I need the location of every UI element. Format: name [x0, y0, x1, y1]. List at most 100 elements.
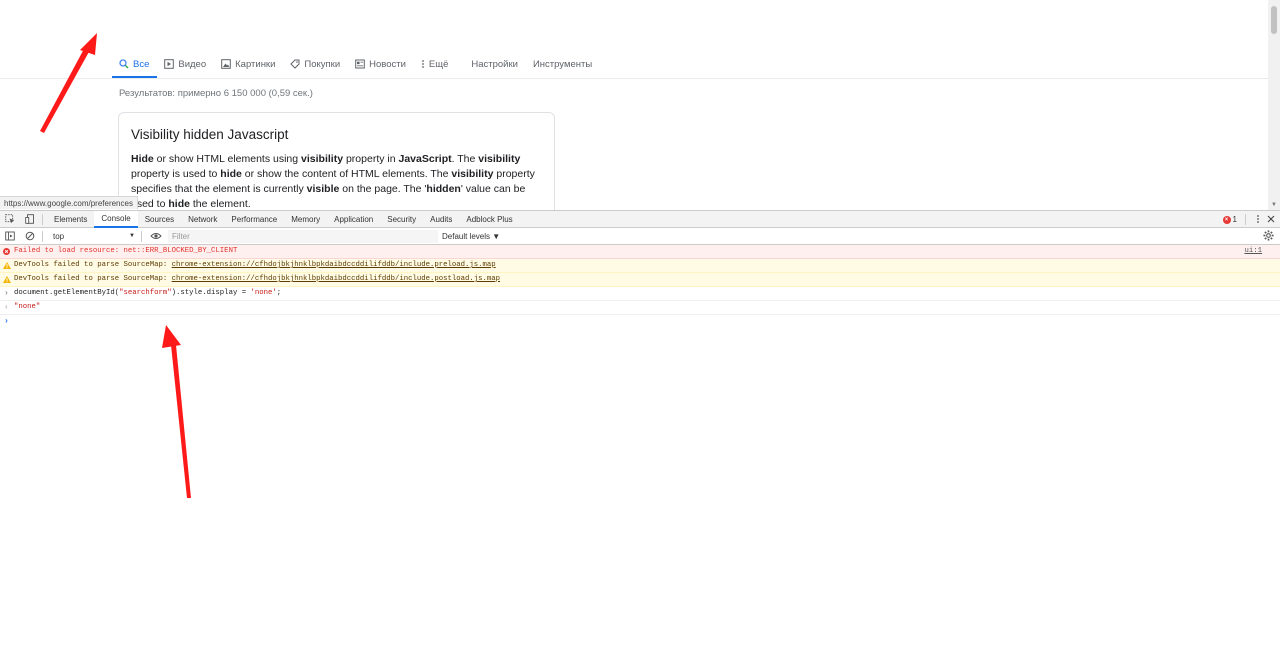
search-icon	[119, 59, 129, 69]
devtools-tab-audits[interactable]: Audits	[423, 211, 459, 228]
separator	[42, 213, 43, 225]
tab-tools[interactable]: Инструменты	[526, 50, 600, 78]
devtools-right-controls: × 1	[1222, 211, 1276, 228]
tab-video[interactable]: Видео	[157, 50, 214, 78]
search-results-viewport: Все Видео Картинки Покупки Новости Ещё Н…	[0, 0, 1280, 210]
snippet-keyword: visibility	[301, 153, 344, 165]
console-prompt[interactable]: ›	[0, 315, 1280, 328]
snippet-title[interactable]: Visibility hidden Javascript	[131, 127, 542, 142]
tab-label: Настройки	[471, 58, 518, 70]
clear-console-icon[interactable]	[20, 228, 40, 245]
page-scrollbar[interactable]: ▼	[1268, 0, 1280, 210]
more-vert-icon	[421, 59, 425, 69]
devtools-tab-memory[interactable]: Memory	[284, 211, 327, 228]
status-bar-url: https://www.google.com/preferences	[0, 196, 138, 209]
prompt-chevron-icon: ›	[4, 317, 9, 326]
output-arrow-icon: ‹	[4, 303, 9, 312]
log-levels-dropdown[interactable]: Default levels ▼	[442, 232, 500, 241]
input-chevron-icon: ›	[4, 289, 9, 298]
sourcemap-link[interactable]: chrome-extension://cfhdojbkjhnklbpkdaibd…	[172, 261, 496, 269]
search-tabs: Все Видео Картинки Покупки Новости Ещё Н…	[112, 50, 600, 78]
image-icon	[221, 59, 231, 69]
snippet-text: or show HTML elements using	[153, 153, 302, 165]
error-count: 1	[1232, 215, 1237, 224]
browser-page: Все Видео Картинки Покупки Новости Ещё Н…	[0, 0, 1280, 649]
context-value: top	[53, 231, 65, 241]
scroll-down-icon[interactable]: ▼	[1271, 202, 1277, 208]
error-text: Failed to load resource: net::ERR_BLOCKE…	[14, 247, 238, 255]
newspaper-icon	[355, 59, 365, 69]
snippet-keyword: Hide	[131, 153, 154, 165]
tab-label: Картинки	[235, 58, 276, 70]
snippet-text: . The	[451, 153, 479, 165]
more-options-icon[interactable]	[1256, 214, 1260, 226]
warning-icon	[3, 262, 11, 272]
tag-icon	[290, 59, 300, 69]
devtools-tab-application[interactable]: Application	[327, 211, 380, 228]
snippet-keyword: visibility	[451, 168, 494, 180]
tab-news[interactable]: Новости	[348, 50, 414, 78]
snippet-text: property is used to	[131, 168, 221, 180]
command-part: document.getElementById(	[14, 289, 120, 297]
snippet-text: the element.	[189, 198, 251, 210]
separator	[1245, 214, 1246, 225]
gear-icon[interactable]	[1263, 230, 1274, 243]
command-value: 'none'	[250, 289, 277, 297]
devtools-tab-sources[interactable]: Sources	[138, 211, 181, 228]
console-sidebar-icon[interactable]	[0, 228, 20, 245]
featured-snippet: Visibility hidden Javascript Hide or sho…	[118, 112, 555, 210]
tab-label: Все	[133, 58, 150, 70]
tab-label: Ещё	[428, 58, 449, 70]
sourcemap-link[interactable]: chrome-extension://cfhdojbkjhnklbpkdaibd…	[172, 275, 500, 283]
tab-all[interactable]: Все	[112, 50, 158, 78]
devtools-panel: Elements Console Sources Network Performance…	[0, 210, 1280, 649]
error-icon	[3, 248, 10, 258]
scrollbar-thumb[interactable]	[1271, 6, 1277, 34]
warning-text: DevTools failed to parse SourceMap:	[14, 275, 172, 283]
tab-images[interactable]: Картинки	[214, 50, 283, 78]
console-warning-row: DevTools failed to parse SourceMap: chro…	[0, 273, 1280, 287]
result-value: "none"	[14, 303, 41, 311]
context-selector[interactable]: top ▼	[49, 230, 139, 243]
devtools-tab-network[interactable]: Network	[181, 211, 224, 228]
snippet-body: Hide or show HTML elements using visibil…	[131, 152, 547, 210]
command-part: ).style.display =	[171, 289, 251, 297]
console-error-row: Failed to load resource: net::ERR_BLOCKE…	[0, 245, 1280, 259]
console-messages: Failed to load resource: net::ERR_BLOCKE…	[0, 245, 1280, 328]
tabs-divider	[0, 78, 1268, 79]
error-source-link[interactable]: ui:1	[1244, 245, 1262, 258]
devtools-tab-adblock-plus[interactable]: Adblock Plus	[459, 211, 519, 228]
warning-icon	[3, 276, 11, 286]
console-filter-input[interactable]	[168, 229, 438, 243]
console-result-row: ‹ "none"	[0, 301, 1280, 315]
live-expression-eye-icon[interactable]	[146, 228, 166, 245]
snippet-text: on the page. The '	[339, 183, 427, 195]
console-warning-row: DevTools failed to parse SourceMap: chro…	[0, 259, 1280, 273]
snippet-keyword: hide	[168, 198, 190, 210]
devtools-tabbar: Elements Console Sources Network Performance…	[0, 210, 1280, 228]
devtools-tab-elements[interactable]: Elements	[47, 211, 94, 228]
tab-shopping[interactable]: Покупки	[283, 50, 348, 78]
tab-more[interactable]: Ещё	[414, 50, 456, 78]
video-icon	[164, 59, 175, 69]
snippet-text: or show the content of HTML elements. Th…	[241, 168, 452, 180]
devtools-tab-console[interactable]: Console	[94, 210, 138, 228]
inspect-element-icon[interactable]	[0, 211, 20, 228]
error-count-badge[interactable]: × 1	[1222, 215, 1237, 224]
devtools-tab-performance[interactable]: Performance	[224, 211, 284, 228]
close-icon[interactable]	[1266, 214, 1276, 226]
dropdown-arrow-icon: ▼	[129, 233, 135, 239]
devtools-tabs: Elements Console Sources Network Performance…	[47, 210, 520, 228]
warning-text: DevTools failed to parse SourceMap:	[14, 261, 172, 269]
snippet-keyword: visibility	[478, 153, 521, 165]
snippet-keyword: hidden	[426, 183, 461, 195]
snippet-text: property in	[343, 153, 399, 165]
device-toolbar-icon[interactable]	[20, 211, 40, 228]
separator	[42, 230, 43, 242]
tab-label: Новости	[369, 58, 406, 70]
command-part: ;	[276, 289, 282, 297]
devtools-tab-security[interactable]: Security	[380, 211, 423, 228]
tab-settings[interactable]: Настройки	[464, 50, 526, 78]
error-icon: ×	[1222, 215, 1231, 224]
console-command-row: › document.getElementById("searchform").…	[0, 287, 1280, 301]
